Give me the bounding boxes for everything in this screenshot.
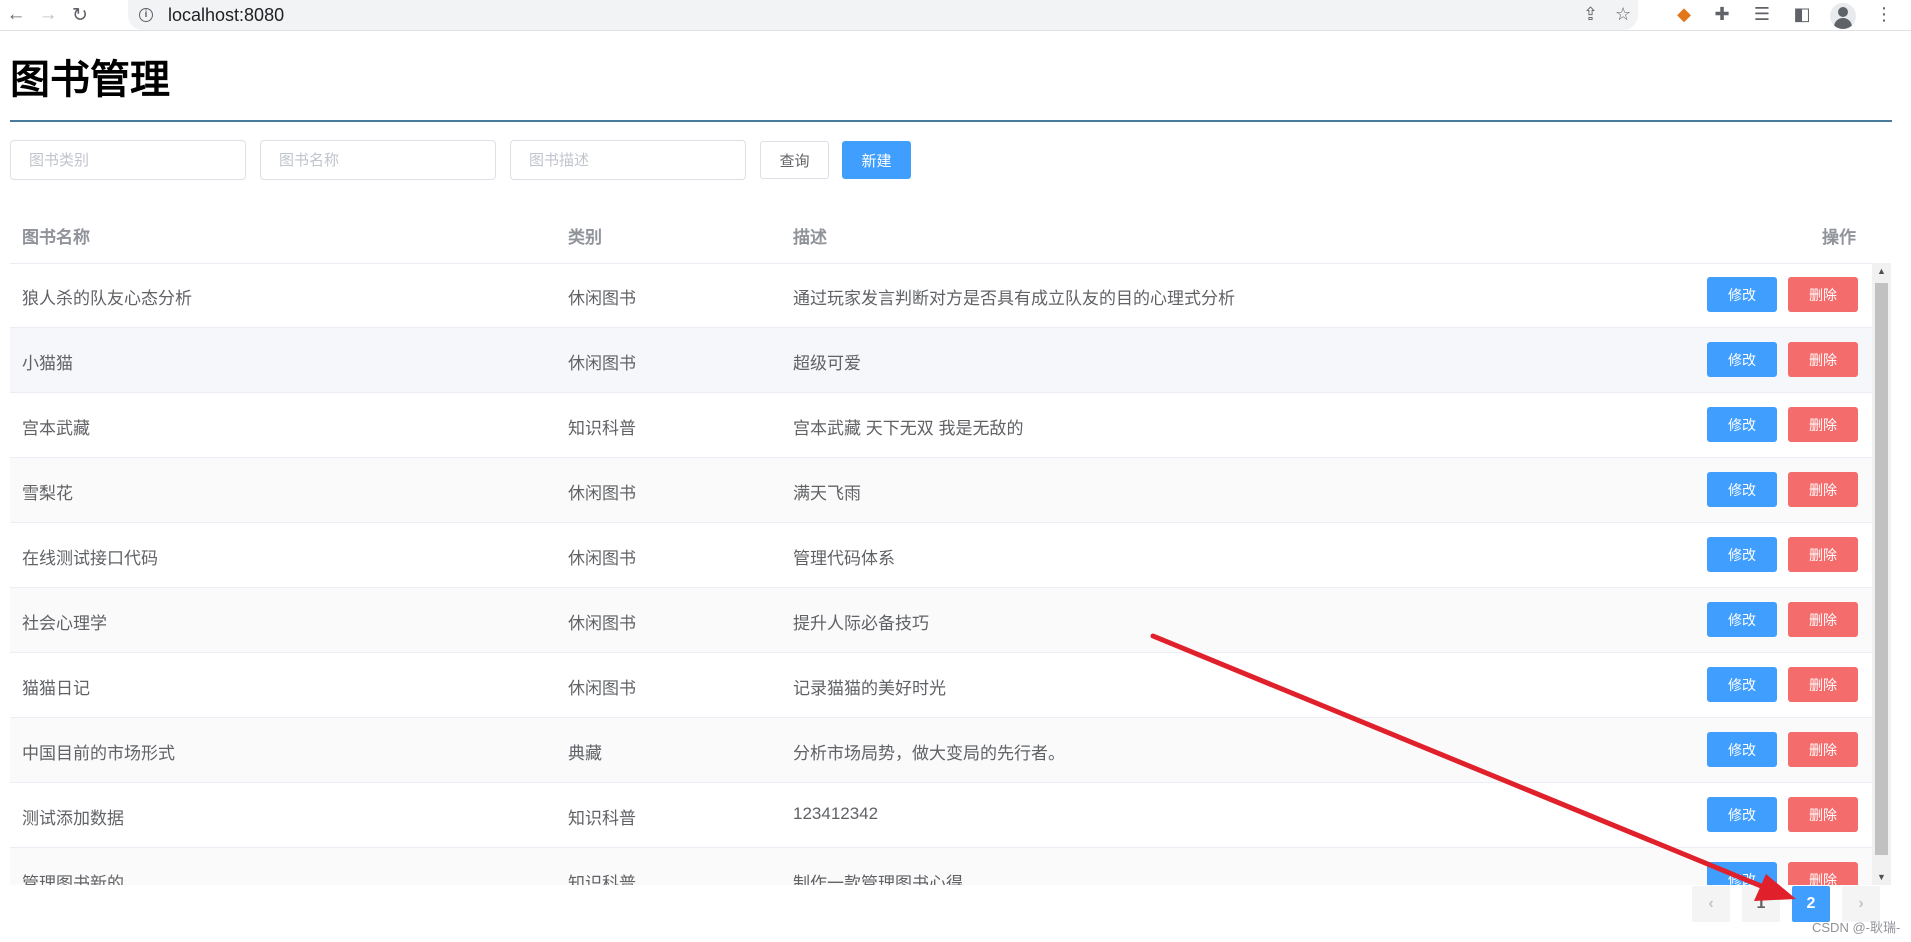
cell-category: 休闲图书 bbox=[568, 484, 636, 503]
table-body[interactable]: 狼人杀的队友心态分析 休闲图书 通过玩家发言判断对方是否具有成立队友的目的心理式分析… bbox=[10, 263, 1872, 885]
scroll-down-icon[interactable]: ▼ bbox=[1872, 869, 1891, 885]
cell-book-name: 中国目前的市场形式 bbox=[22, 744, 175, 763]
cell-category: 知识科普 bbox=[568, 874, 636, 885]
cell-description: 通过玩家发言判断对方是否具有成立队友的目的心理式分析 bbox=[793, 289, 1235, 308]
cell-category: 休闲图书 bbox=[568, 614, 636, 633]
table-row[interactable]: 猫猫日记 休闲图书 记录猫猫的美好时光 修改 删除 bbox=[10, 653, 1872, 718]
more-menu-icon[interactable]: ⋮ bbox=[1872, 4, 1896, 25]
table-row[interactable]: 社会心理学 休闲图书 提升人际必备技巧 修改 删除 bbox=[10, 588, 1872, 653]
delete-button[interactable]: 删除 bbox=[1788, 862, 1858, 885]
delete-button[interactable]: 删除 bbox=[1788, 342, 1858, 377]
table-header: 图书名称 类别 描述 操作 bbox=[10, 205, 1872, 264]
table-row[interactable]: 测试添加数据 知识科普 123412342 修改 删除 bbox=[10, 783, 1872, 848]
edit-button[interactable]: 修改 bbox=[1707, 407, 1777, 442]
cell-book-name: 社会心理学 bbox=[22, 614, 107, 633]
pagination-prev-button[interactable]: ‹ bbox=[1692, 886, 1730, 922]
cell-category: 休闲图书 bbox=[568, 549, 636, 568]
description-filter-input[interactable] bbox=[510, 140, 746, 180]
side-panel-icon[interactable]: ◧ bbox=[1790, 4, 1814, 25]
cell-description: 分析市场局势，做大变局的先行者。 bbox=[793, 744, 1065, 763]
edit-button[interactable]: 修改 bbox=[1707, 797, 1777, 832]
cell-book-name: 雪梨花 bbox=[22, 484, 73, 503]
delete-button[interactable]: 删除 bbox=[1788, 472, 1858, 507]
table-scrollbar[interactable]: ▲ ▼ bbox=[1872, 263, 1891, 885]
address-bar[interactable]: i localhost:8080 ⇪ ☆ bbox=[128, 0, 1638, 30]
delete-button[interactable]: 删除 bbox=[1788, 537, 1858, 572]
cell-book-name: 狼人杀的队友心态分析 bbox=[22, 289, 192, 308]
table-row[interactable]: 狼人杀的队友心态分析 休闲图书 通过玩家发言判断对方是否具有成立队友的目的心理式分析… bbox=[10, 263, 1872, 328]
reload-icon[interactable]: ↻ bbox=[68, 3, 92, 27]
table-row[interactable]: 在线测试接口代码 休闲图书 管理代码体系 修改 删除 bbox=[10, 523, 1872, 588]
create-button[interactable]: 新建 bbox=[842, 141, 911, 179]
table-row[interactable]: 管理图书新的 知识科普 制作一款管理图书心得 修改 删除 bbox=[10, 848, 1872, 885]
title-divider bbox=[10, 120, 1892, 122]
cell-description: 123412342 bbox=[793, 804, 879, 823]
cell-category: 知识科普 bbox=[568, 809, 636, 828]
edit-button[interactable]: 修改 bbox=[1707, 537, 1777, 572]
edit-button[interactable]: 修改 bbox=[1707, 732, 1777, 767]
table-row[interactable]: 雪梨花 休闲图书 满天飞雨 修改 删除 bbox=[10, 458, 1872, 523]
url-text[interactable]: localhost:8080 bbox=[168, 5, 284, 26]
edit-button[interactable]: 修改 bbox=[1707, 472, 1777, 507]
table-row[interactable]: 小猫猫 休闲图书 超级可爱 修改 删除 bbox=[10, 328, 1872, 393]
reading-list-icon[interactable]: ☰ bbox=[1750, 4, 1774, 25]
column-header-category: 类别 bbox=[568, 228, 602, 247]
table-row[interactable]: 中国目前的市场形式 典藏 分析市场局势，做大变局的先行者。 修改 删除 bbox=[10, 718, 1872, 783]
cell-book-name: 猫猫日记 bbox=[22, 679, 90, 698]
cell-description: 满天飞雨 bbox=[793, 484, 861, 503]
bookmark-star-icon[interactable]: ☆ bbox=[1615, 4, 1631, 25]
delete-button[interactable]: 删除 bbox=[1788, 667, 1858, 702]
cell-category: 休闲图书 bbox=[568, 354, 636, 373]
cell-description: 超级可爱 bbox=[793, 354, 861, 373]
browser-toolbar: ← → ↻ i localhost:8080 ⇪ ☆ ◆ ✚ ☰ ◧ ⋮ bbox=[0, 0, 1911, 31]
scrollbar-thumb[interactable] bbox=[1875, 283, 1888, 855]
cell-description: 管理代码体系 bbox=[793, 549, 895, 568]
edit-button[interactable]: 修改 bbox=[1707, 342, 1777, 377]
query-button[interactable]: 查询 bbox=[760, 141, 829, 179]
metamask-extension-icon[interactable]: ◆ bbox=[1672, 4, 1696, 25]
cell-description: 记录猫猫的美好时光 bbox=[793, 679, 946, 698]
cell-category: 知识科普 bbox=[568, 419, 636, 438]
delete-button[interactable]: 删除 bbox=[1788, 277, 1858, 312]
cell-book-name: 在线测试接口代码 bbox=[22, 549, 158, 568]
cell-book-name: 测试添加数据 bbox=[22, 809, 124, 828]
column-header-actions: 操作 bbox=[1822, 228, 1856, 247]
forward-icon[interactable]: → bbox=[36, 3, 60, 27]
extensions-puzzle-icon[interactable]: ✚ bbox=[1710, 4, 1734, 25]
name-filter-input[interactable] bbox=[260, 140, 496, 180]
profile-avatar-icon[interactable] bbox=[1830, 3, 1856, 29]
cell-book-name: 管理图书新的 bbox=[22, 874, 124, 885]
cell-category: 休闲图书 bbox=[568, 289, 636, 308]
column-header-description: 描述 bbox=[793, 228, 827, 247]
cell-book-name: 宫本武藏 bbox=[22, 419, 90, 438]
cell-book-name: 小猫猫 bbox=[22, 354, 73, 373]
category-filter-input[interactable] bbox=[10, 140, 246, 180]
delete-button[interactable]: 删除 bbox=[1788, 602, 1858, 637]
page-title: 图书管理 bbox=[10, 58, 170, 102]
column-header-name: 图书名称 bbox=[22, 228, 90, 247]
site-info-icon[interactable]: i bbox=[139, 8, 153, 22]
watermark: CSDN @-耿瑞- bbox=[1812, 920, 1901, 935]
cell-description: 提升人际必备技巧 bbox=[793, 614, 929, 633]
cell-category: 休闲图书 bbox=[568, 679, 636, 698]
cell-category: 典藏 bbox=[568, 744, 602, 763]
edit-button[interactable]: 修改 bbox=[1707, 862, 1777, 885]
table-row[interactable]: 宫本武藏 知识科普 宫本武藏 天下无双 我是无敌的 修改 删除 bbox=[10, 393, 1872, 458]
back-icon[interactable]: ← bbox=[4, 3, 28, 27]
delete-button[interactable]: 删除 bbox=[1788, 407, 1858, 442]
delete-button[interactable]: 删除 bbox=[1788, 797, 1858, 832]
scroll-up-icon[interactable]: ▲ bbox=[1872, 263, 1891, 279]
pagination-page-1[interactable]: 1 bbox=[1742, 886, 1780, 922]
cell-description: 宫本武藏 天下无双 我是无敌的 bbox=[793, 419, 1024, 438]
share-icon[interactable]: ⇪ bbox=[1583, 4, 1598, 25]
edit-button[interactable]: 修改 bbox=[1707, 277, 1777, 312]
delete-button[interactable]: 删除 bbox=[1788, 732, 1858, 767]
cell-description: 制作一款管理图书心得 bbox=[793, 874, 963, 885]
edit-button[interactable]: 修改 bbox=[1707, 667, 1777, 702]
edit-button[interactable]: 修改 bbox=[1707, 602, 1777, 637]
